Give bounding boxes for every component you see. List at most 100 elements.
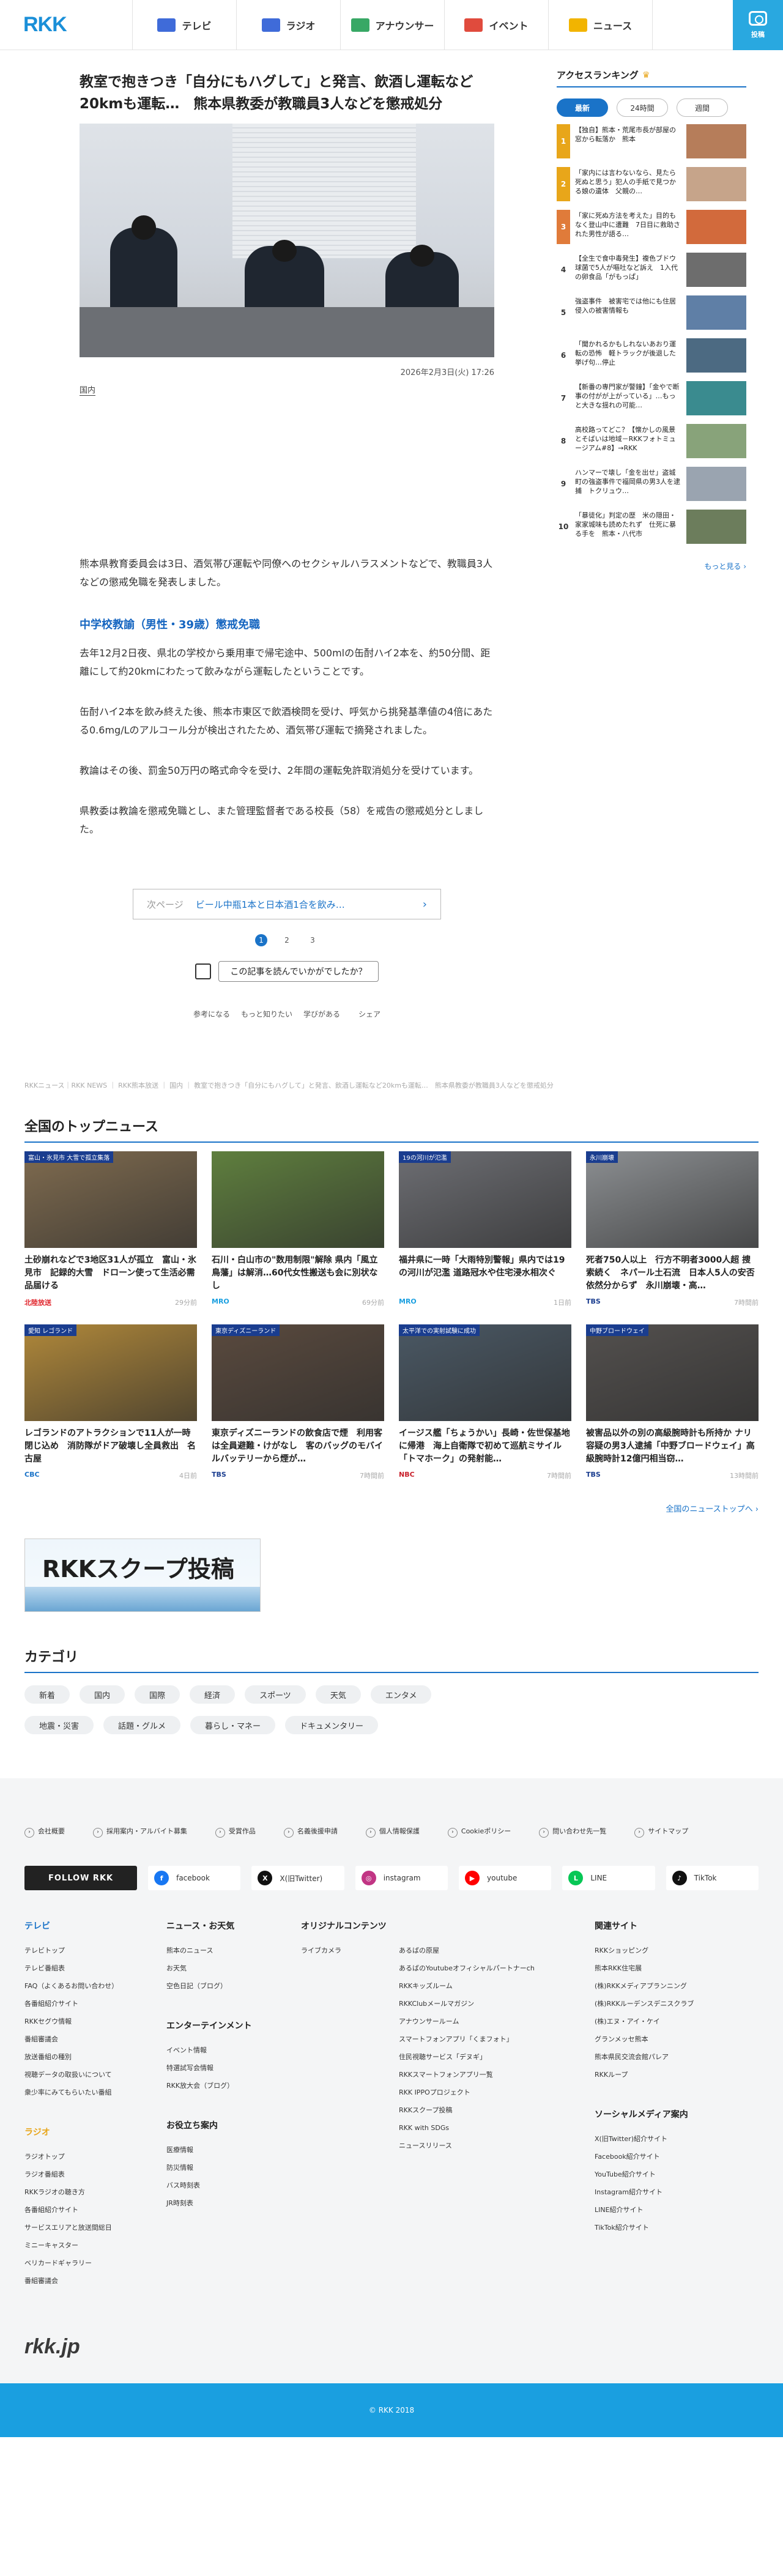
footer-list-link[interactable]: ミニーキャスター [24, 2236, 166, 2254]
footer-list-link[interactable]: バス時刻表 [166, 2177, 301, 2194]
footer-list-link[interactable]: 熊本のニュース [166, 1942, 301, 1959]
footer-list-link[interactable]: RKKセグウ情報 [24, 2013, 166, 2030]
news-card[interactable]: 愛知 レゴランド レゴランドのアトラクションで11人が一時閉じ込め 消防隊がドア破… [24, 1324, 197, 1480]
ranking-item[interactable]: 8 高校路ってどこ？【懐かしの風景とそばいは地域－RKKフォトミュージアム#8】→… [557, 424, 746, 463]
footer-list-link[interactable]: RKKキッズルーム [399, 1977, 535, 1995]
ranking-item[interactable]: 2 「家内には言わないなら、見たら死ぬと思う」犯人の手紙で見つかる娘の遺体 父親の… [557, 167, 746, 206]
footer-list-link[interactable]: Facebook紹介サイト [595, 2148, 754, 2166]
footer-list-link[interactable]: 医療情報 [166, 2141, 301, 2159]
footer-list-link[interactable]: RKKスクープ投稿 [399, 2101, 535, 2119]
footer-list-link[interactable]: RKKループ [595, 2066, 754, 2084]
footer-list-link[interactable]: アナウンサールーム [399, 2013, 535, 2030]
nav-item-1[interactable]: ラジオ [237, 0, 341, 50]
social-button-instagram[interactable]: ◎ instagram [355, 1866, 448, 1890]
nav-item-0[interactable]: テレビ [133, 0, 237, 50]
ranking-item[interactable]: 9 ハンマーで壊し「金を出せ」盗城町の強盗事件で福岡県の男3人を逮捕 トクリュウ… [557, 467, 746, 506]
ranking-item[interactable]: 7 【新番の専門家が警鐘】「金やで断事の付がが上がっている」…もっと大きな揺れの可… [557, 381, 746, 420]
ranking-item[interactable]: 6 「聞かれるかもしれないあおり運転の恐怖 軽トラックが後退した挙げ句…停止 [557, 338, 746, 377]
footer-list-link[interactable]: 衆少率にみてもらいたい番組 [24, 2084, 166, 2101]
page-link-2[interactable]: 2 [281, 934, 293, 946]
footer-list-link[interactable]: FAQ（よくあるお問い合わせ） [24, 1977, 166, 1995]
footer-list-link[interactable]: X(旧Twitter)紹介サイト [595, 2130, 754, 2148]
footer-logo[interactable]: rkk.jp [24, 2335, 759, 2359]
footer-link[interactable]: 名義後援申請 [284, 1826, 338, 1838]
footer-list-link[interactable]: RKKスマートフォンアプリ一覧 [399, 2066, 535, 2084]
category-pill[interactable]: 国際 [135, 1685, 180, 1704]
feedback-button[interactable]: この記事を読んでいかがでしたか？ [218, 961, 379, 982]
nav-item-4[interactable]: ニュース [549, 0, 653, 50]
footer-list-link[interactable]: ラジオトップ [24, 2148, 166, 2166]
nav-item-2[interactable]: アナウンサー [341, 0, 445, 50]
footer-list-link[interactable]: スマートフォンアプリ「くまフォト」 [399, 2030, 535, 2048]
footer-list-link[interactable]: RKK IPPOプロジェクト [399, 2084, 535, 2101]
ranking-more-link[interactable]: もっと見る › [557, 561, 746, 571]
social-button-youtube[interactable]: ▶ youtube [459, 1866, 552, 1890]
footer-list-link[interactable]: サービスエリアと放送間総日 [24, 2219, 166, 2236]
footer-link[interactable]: 個人情報保護 [366, 1826, 420, 1838]
footer-list-link[interactable]: 空色日記（ブログ） [166, 1977, 301, 1995]
social-button-tiktok[interactable]: ♪ TikTok [666, 1866, 759, 1890]
footer-list-link[interactable]: イベント情報 [166, 2041, 301, 2059]
ranking-item[interactable]: 3 「家に死ぬ方法を考えた」目的もなく登山中に遭難 7日目に救助された男性が語る… [557, 210, 746, 249]
footer-list-link[interactable]: 番組審議会 [24, 2030, 166, 2048]
category-pill[interactable]: 新着 [24, 1685, 70, 1704]
category-pill[interactable]: エンタメ [370, 1685, 432, 1704]
footer-list-link[interactable]: RKK放大会（ブログ） [166, 2077, 301, 2095]
reaction-want-more[interactable]: もっと知りたい [241, 1009, 292, 1019]
footer-list-link[interactable]: ラジオ番組表 [24, 2166, 166, 2183]
site-logo[interactable]: RKK [0, 13, 73, 37]
footer-list-link[interactable]: 視聴データの取扱いについて [24, 2066, 166, 2084]
post-button[interactable]: 投稿 [733, 0, 783, 50]
footer-list-link[interactable]: 番組審議会 [24, 2272, 166, 2290]
all-news-link[interactable]: 全国のニューストップへ › [24, 1502, 759, 1514]
footer-link[interactable]: 採用案内・アルバイト募集 [93, 1826, 187, 1838]
social-button-line[interactable]: L LINE [562, 1866, 655, 1890]
category-pill[interactable]: 経済 [190, 1685, 236, 1704]
category-pill[interactable]: ドキュメンタリー [285, 1716, 379, 1734]
social-button-xtwitter[interactable]: X X(旧Twitter) [251, 1866, 344, 1890]
footer-list-link[interactable]: あるばの原屋 [399, 1942, 535, 1959]
footer-link[interactable]: サイトマップ [634, 1826, 688, 1838]
news-card[interactable]: 永川崩壊 死者750人以上 行方不明者3000人超 捜索続く ネパール土石流 日本… [586, 1151, 759, 1307]
news-card[interactable]: 石川・白山市の"数用制限"解除 県内「風立鳥藩」は解消…60代女性搬送も会に別状… [212, 1151, 384, 1307]
footer-list-link[interactable]: RKK with SDGs [399, 2119, 535, 2137]
footer-list-link[interactable]: 各番組紹介サイト [24, 2201, 166, 2219]
category-pill[interactable]: 地震・災害 [24, 1716, 94, 1734]
category-pill[interactable]: スポーツ [245, 1685, 306, 1704]
footer-list-link[interactable]: テレビトップ [24, 1942, 166, 1959]
page-link-1[interactable]: 1 [255, 934, 267, 946]
reaction-learned[interactable]: 学びがある [303, 1009, 340, 1019]
footer-list-link[interactable]: RKKショッピング [595, 1942, 754, 1959]
footer-list-link[interactable]: LINE紹介サイト [595, 2201, 754, 2219]
footer-list-link[interactable]: (株)RKKメディアプランニング [595, 1977, 754, 1995]
category-pill[interactable]: 話題・グルメ [103, 1716, 181, 1734]
footer-list-link[interactable]: 放送番組の種別 [24, 2048, 166, 2066]
footer-list-link[interactable]: 住民視聴サービス「デヌギ」 [399, 2048, 535, 2066]
news-card[interactable]: 太平洋での実射試験に成功 イージス艦「ちょうかい」長崎・佐世保基地に帰港 海上自衛… [399, 1324, 571, 1480]
social-button-facebook[interactable]: f facebook [148, 1866, 241, 1890]
footer-list-link[interactable]: RKKClubメールマガジン [399, 1995, 535, 2013]
footer-list-link[interactable]: (株)エヌ・アイ・ケイ [595, 2013, 754, 2030]
footer-list-link[interactable]: Instagram紹介サイト [595, 2183, 754, 2201]
footer-list-link[interactable]: ベリカードギャラリー [24, 2254, 166, 2272]
tab-24h[interactable]: 24時間 [617, 98, 668, 117]
footer-link[interactable]: 会社概要 [24, 1826, 65, 1838]
page-link-3[interactable]: 3 [306, 934, 319, 946]
footer-list-link[interactable]: (株)RKKルーデンスデニスクラブ [595, 1995, 754, 2013]
ranking-item[interactable]: 1 【独自】熊本・荒尾市長が部屋の窓から転落か 熊本 [557, 124, 746, 163]
article-category-link[interactable]: 国内 [80, 384, 96, 396]
news-card[interactable]: 東京ディズニーランド 東京ディズニーランドの飲食店で煙 利用客は全員避難・けがなし… [212, 1324, 384, 1480]
footer-link[interactable]: 問い合わせ先一覧 [539, 1826, 606, 1838]
footer-list-link[interactable]: 特選試写会情報 [166, 2059, 301, 2077]
footer-list-link[interactable]: 各番組紹介サイト [24, 1995, 166, 2013]
footer-list-link[interactable]: 防災情報 [166, 2159, 301, 2177]
footer-link[interactable]: 受賞作品 [215, 1826, 256, 1838]
tab-latest[interactable]: 最新 [557, 98, 608, 117]
footer-list-link[interactable]: グランメッセ熊本 [595, 2030, 754, 2048]
footer-list-link[interactable]: 熊本県民交流会館パレア [595, 2048, 754, 2066]
footer-list-link[interactable]: JR時刻表 [166, 2194, 301, 2212]
footer-list-link[interactable]: RKKラジオの聴き方 [24, 2183, 166, 2201]
ranking-item[interactable]: 5 強盗事件 被害宅では他にも住居侵入の被害情報も [557, 295, 746, 335]
news-card[interactable]: 富山・氷見市 大雪で孤立集落 土砂崩れなどで3地区31人が孤立 富山・氷見市 記録… [24, 1151, 197, 1307]
ranking-item[interactable]: 10 「暴徒化」判定の歴 米の隠田・家家城味も読めたれず 仕死に暴る手を 熊本・八… [557, 510, 746, 549]
